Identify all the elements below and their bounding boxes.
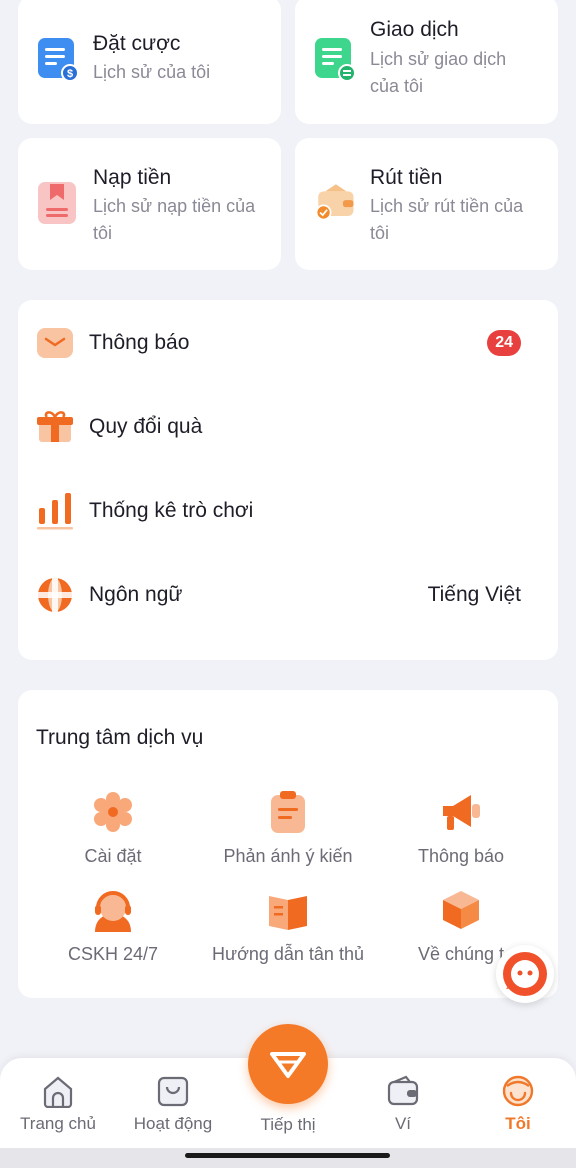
megaphone-icon [443, 795, 480, 830]
card-subtitle: Lịch sử giao dịch [370, 49, 507, 69]
tab-activity[interactable]: Hoạt động [118, 1058, 228, 1150]
menu-item-language[interactable]: Ngôn ngữ Tiếng Việt [18, 564, 558, 624]
tab-label: Trang chủ [20, 1114, 96, 1133]
menu-item-label: Quy đổi quà [89, 415, 203, 438]
envelope-icon [37, 328, 73, 358]
menu-item-game-stats[interactable]: Thống kê trò chơi [18, 480, 558, 540]
diamond-icon [270, 1052, 306, 1078]
tab-home[interactable]: Trang chủ [3, 1058, 113, 1150]
card-title: Rút tiền [370, 166, 443, 189]
service-beginner-guide[interactable]: Hướng dẫn tân thủ [193, 888, 383, 965]
gift-icon [37, 411, 73, 442]
wallet-icon [387, 1075, 419, 1106]
tab-label: Tiếp thị [260, 1115, 316, 1134]
feedback-clipboard-icon [271, 791, 305, 833]
language-value: Tiếng Việt [427, 583, 521, 606]
withdraw-history-card[interactable]: Rút tiền Lịch sử rút tiền của tôi [295, 138, 558, 270]
card-subtitle: Lịch sử của tôi [93, 62, 211, 82]
support-agent-icon [95, 891, 131, 932]
service-customer-support[interactable]: CSKH 24/7 [18, 888, 208, 965]
tab-label: Ví [394, 1114, 412, 1133]
bar-chart-icon [37, 493, 73, 530]
service-settings[interactable]: Cài đặt [18, 790, 208, 867]
card-subtitle: Lịch sử nạp tiền của [93, 196, 256, 216]
tab-label: Hoạt động [133, 1114, 213, 1133]
chat-bubble-icon [503, 952, 547, 996]
bet-document-icon: $ [38, 38, 79, 82]
tab-wallet[interactable]: Ví [348, 1058, 458, 1150]
globe-icon [38, 578, 72, 612]
service-label: CSKH 24/7 [67, 944, 159, 964]
service-center-title: Trung tâm dịch vụ [36, 726, 204, 749]
center-marketing-button[interactable] [248, 1024, 328, 1104]
card-title: Đặt cược [93, 32, 181, 55]
svg-text:$: $ [67, 68, 73, 80]
service-label: Cài đặt [84, 846, 142, 866]
menu-card: Thông báo 24 Quy đổi quà Thống kê trò ch… [18, 300, 558, 660]
transaction-document-icon [315, 38, 356, 82]
service-label: Thông báo [417, 846, 505, 866]
tab-profile[interactable]: Tôi [463, 1058, 573, 1150]
settings-gear-icon [94, 792, 132, 832]
menu-item-label: Ngôn ngữ [89, 583, 183, 606]
menu-item-label: Thông báo [89, 331, 190, 354]
tab-label: Tôi [505, 1114, 531, 1133]
card-subtitle: của tôi [370, 76, 424, 96]
home-icon [43, 1076, 73, 1108]
service-label: Hướng dẫn tân thủ [212, 944, 364, 964]
withdraw-wallet-icon [315, 184, 354, 221]
card-subtitle: tôi [370, 223, 390, 243]
service-announcements[interactable]: Thông báo [366, 790, 556, 867]
card-title: Giao dịch [370, 18, 459, 41]
activity-bag-icon [157, 1076, 189, 1107]
profile-face-icon [502, 1075, 534, 1107]
service-feedback[interactable]: Phản ánh ý kiến [193, 790, 383, 867]
menu-item-notifications[interactable]: Thông báo 24 [18, 312, 558, 372]
deposit-icon [38, 182, 76, 224]
transaction-history-card[interactable]: Giao dịch Lịch sử giao dịch của tôi [295, 0, 558, 124]
deposit-history-card[interactable]: Nạp tiền Lịch sử nạp tiền của tôi [18, 138, 281, 270]
menu-item-label: Thống kê trò chơi [89, 499, 254, 522]
service-label: Phản ánh ý kiến [223, 846, 353, 866]
card-title: Nạp tiền [93, 166, 172, 189]
system-nav-bar [0, 1148, 576, 1168]
card-subtitle: tôi [93, 223, 113, 243]
bet-history-card[interactable]: $ Đặt cược Lịch sử của tôi [18, 0, 281, 124]
floating-chat-button[interactable] [496, 945, 554, 1003]
menu-item-gift-exchange[interactable]: Quy đổi quà [18, 396, 558, 456]
guide-book-icon [269, 896, 307, 930]
card-subtitle: Lịch sử rút tiền của [370, 196, 524, 216]
about-box-icon [443, 891, 479, 929]
home-indicator[interactable] [185, 1153, 390, 1158]
notification-count-badge: 24 [487, 330, 521, 356]
service-center-card: Trung tâm dịch vụ Cài đặt Phản ánh ý kiế… [18, 690, 558, 998]
